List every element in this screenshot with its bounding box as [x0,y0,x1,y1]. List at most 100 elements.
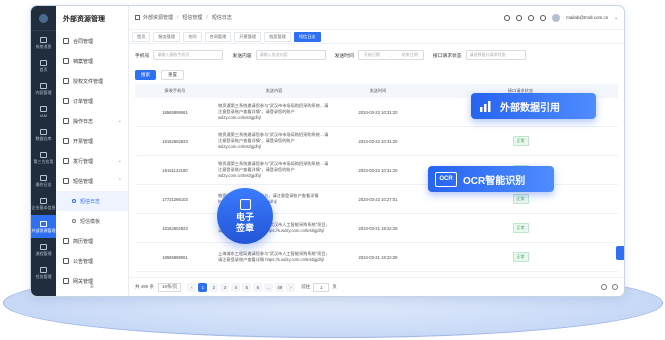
page-3[interactable]: 4 [231,282,241,292]
page-5[interactable]: 6 [253,282,263,292]
floating-tab[interactable] [616,246,624,260]
search-icon[interactable] [504,14,511,21]
total-count: 共 490 条 [135,284,155,289]
page-1[interactable]: 2 [209,282,219,292]
status-badge: 正常 [512,194,529,204]
rail-item-8[interactable]: 外部资源管理 [31,215,56,238]
rail-icon [40,266,47,273]
cell-time: 2024-03-22 10:31:20 [358,138,398,144]
tab-0[interactable]: 首页 [132,31,151,42]
account-name[interactable]: mailab@tmdl.com.cn [566,15,608,20]
rail-item-0[interactable]: 系统消息 [31,31,56,54]
settings-icon[interactable] [612,284,618,290]
refresh-icon[interactable] [601,284,607,290]
rail-icon [40,151,47,158]
tab-bar: 首页 服务管理 合同 合同管理 开票管理 档案管理 短信日志 [129,30,624,44]
menu-item-3[interactable]: 订单管理 [56,91,128,111]
page-jump: 前往 1 页 [301,282,337,292]
menu-item-10[interactable]: 简历管理 [56,231,128,251]
collapse-icon[interactable]: ≡ [90,284,94,290]
cell-time: 2024-03-22 10:31:20 [358,109,398,115]
rail-label: 企业基本信息 [31,204,56,210]
chevron-down-icon[interactable]: ⌄ [614,15,618,21]
status-select[interactable]: 请选择接口请求状态 [465,50,526,60]
top-bar: 外部资源管理 / 短信管理 / 短信日志 mailab@tmdl.com.cn … [129,6,624,30]
menu-item-label: 公告管理 [73,258,94,265]
menu-item-7[interactable]: 短信管理 ⌃ [56,171,128,191]
cell-phone: 17721266103 [162,196,188,202]
menu-item-label: 短信模板 [80,218,101,225]
menu-item-9[interactable]: 短信模板 [56,211,128,231]
cell-status: 正常 [423,223,618,233]
goto-input[interactable]: 1 [313,282,330,292]
menu-item-2[interactable]: 授权文件管理 [56,71,128,91]
rail-icon [40,128,47,135]
menu-item-8[interactable]: 短信日志 [56,191,128,211]
rail-item-2[interactable]: 内容管理 [31,77,56,100]
menu-icon [63,138,69,144]
breadcrumb-1[interactable]: 外部资源管理 [143,14,173,21]
page-0[interactable]: 1 [198,282,208,292]
prev-page-icon[interactable]: ‹ [187,282,197,292]
rail-item-7[interactable]: 企业基本信息 [31,192,56,215]
phone-input[interactable]: 请输入接收手机号 [153,50,224,60]
rail-label: 系统消息 [35,43,52,49]
next-page-icon[interactable]: › [286,282,296,292]
page-size-select[interactable]: 10条/页 [158,282,182,292]
menu-icon [63,118,69,124]
seal-icon [239,198,251,210]
tab-2[interactable]: 合同 [183,31,202,42]
page-7[interactable]: 49 [275,282,285,292]
reset-button[interactable]: 重置 [161,70,184,80]
menu-title: 外部资源管理 [63,15,105,23]
tab-3[interactable]: 合同管理 [204,31,232,42]
cell-phone: 18151122180 [162,167,188,173]
content-input[interactable]: 请输入发送内容 [255,50,326,60]
callout-ocr-label: OCR智能识别 [463,175,526,187]
page-2[interactable]: 3 [220,282,230,292]
avatar[interactable] [552,13,561,22]
page-4[interactable]: 5 [242,282,252,292]
menu-item-1[interactable]: 档案管理 [56,51,128,71]
menu-item-6[interactable]: 发行管理 ⌄ [56,151,128,171]
menu-icon [63,38,69,44]
cell-phone: 18162602823 [162,225,188,231]
search-button[interactable]: 搜索 [135,70,156,80]
date-range-picker[interactable]: 开始日期 - 结束日期 [357,50,424,60]
cell-status: 正常 [423,194,618,204]
rail-item-4[interactable]: 数据仓库 [31,123,56,146]
dot-icon [72,219,76,223]
rail-label: 首页 [39,66,48,72]
dot-icon [72,199,76,203]
content-label: 发送内容 [232,53,252,59]
cell-time: 2024-03-22 10:27:01 [358,196,398,202]
table-row: 18162602823 上海浦东工程局邀请您参与“武汉市人工智能采购系统”项目，请… [135,214,618,243]
tab-5[interactable]: 档案管理 [264,31,291,42]
fullscreen-icon[interactable] [516,14,523,21]
reset-button-label: 重置 [168,72,177,77]
icon-rail: 系统消息首页内容管理 IAM 数据仓库 第三方应用 操作日志企业基本信息外部资源管理 流程… [31,6,56,296]
rail-item-9[interactable]: 流程管理 [31,238,56,261]
github-icon[interactable] [540,14,547,21]
breadcrumb-2[interactable]: 短信管理 [182,14,202,21]
menu-item-11[interactable]: 公告管理 [56,251,128,271]
cell-phone: 18565899061 [162,254,188,260]
tab-1[interactable]: 服务管理 [153,31,181,42]
tab-6[interactable]: 短信日志 [293,31,321,42]
rail-item-6[interactable]: 操作日志 [31,169,56,192]
rail-icon [40,197,47,204]
rail-label: 任务管理 [35,273,52,279]
menu-item-5[interactable]: 开票管理 [56,131,128,151]
page-6[interactable]: ... [264,282,274,292]
rail-item-1[interactable]: 首页 [31,54,56,77]
help-icon[interactable] [528,14,535,21]
rail-item-5[interactable]: 第三方应用 [31,146,56,169]
side-menu: 外部资源管理 合同管理 档案管理 授权文件管理 订单管理 操作日志 ⌄ 开票管理 发行管理 ⌄ 短… [56,6,129,296]
rail-item-10[interactable]: 任务管理 [31,261,56,284]
home-icon[interactable] [135,15,140,20]
tab-4[interactable]: 开票管理 [234,31,262,42]
menu-item-4[interactable]: 操作日志 ⌄ [56,111,128,131]
menu-item-0[interactable]: 合同管理 [56,31,128,51]
cell-phone: 18565899061 [162,109,188,115]
rail-item-3[interactable]: IAM [31,100,56,123]
